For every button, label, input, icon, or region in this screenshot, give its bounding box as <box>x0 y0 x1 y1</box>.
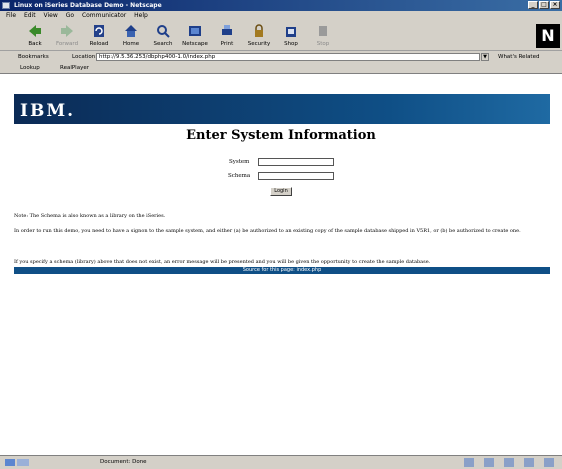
print-button[interactable]: Print <box>212 23 242 49</box>
location-toolbar: Bookmarks Location: http://9.5.36.253/db… <box>0 51 562 63</box>
stop-button[interactable]: Stop <box>308 23 338 49</box>
navigator-icon[interactable] <box>464 458 474 467</box>
system-label: System <box>229 159 250 165</box>
netscape-icon <box>189 26 201 36</box>
menu-go[interactable]: Go <box>66 12 74 19</box>
shop-label: Shop <box>284 41 298 47</box>
window-controls: _ □ × <box>528 1 560 9</box>
lookup-button[interactable]: Lookup <box>20 63 40 74</box>
navigation-toolbar: Back Forward Reload Home Search Netscape… <box>0 21 562 51</box>
url-field[interactable]: http://9.5.36.253/dbphp400-1.0/index.php <box>96 53 480 61</box>
personal-toolbar: Lookup RealPlayer <box>0 63 562 74</box>
menu-edit[interactable]: Edit <box>24 12 36 19</box>
login-button[interactable]: Login <box>270 187 292 196</box>
instructions-paragraph: In order to run this demo, you need to h… <box>14 228 521 234</box>
location-label: Location: <box>72 54 98 60</box>
reload-button[interactable]: Reload <box>84 23 114 49</box>
status-bar: Document: Done <box>0 455 562 469</box>
forward-button[interactable]: Forward <box>52 23 82 49</box>
source-link[interactable]: index.php <box>296 267 321 273</box>
menu-communicator[interactable]: Communicator <box>82 12 126 19</box>
newsgroups-icon[interactable] <box>504 458 514 467</box>
component-bar <box>464 458 554 467</box>
stop-icon <box>319 26 327 36</box>
search-button[interactable]: Search <box>148 23 178 49</box>
security-lock-icon <box>255 24 263 37</box>
source-bar: Source for this page: index.php <box>14 267 550 274</box>
netscape-label: Netscape <box>182 41 208 47</box>
composer-icon[interactable] <box>544 458 554 467</box>
netscape-button[interactable]: Netscape <box>180 23 210 49</box>
minimize-button[interactable]: _ <box>528 1 538 9</box>
ibm-banner: IBM. <box>14 94 550 124</box>
close-button[interactable]: × <box>550 1 560 9</box>
home-label: Home <box>122 41 140 47</box>
menu-bar: File Edit View Go Communicator Help <box>0 11 562 21</box>
realplayer-button[interactable]: RealPlayer <box>60 63 89 74</box>
back-arrow-icon <box>29 25 41 37</box>
bookmarks-button[interactable]: Bookmarks <box>18 51 49 63</box>
home-icon <box>125 25 137 37</box>
security-label: Security <box>247 41 271 47</box>
search-icon <box>157 25 170 38</box>
security-button[interactable]: Security <box>244 23 274 49</box>
url-dropdown-icon[interactable]: ▼ <box>481 53 489 61</box>
back-button[interactable]: Back <box>20 23 50 49</box>
print-icon <box>222 25 232 35</box>
search-label: Search <box>153 41 173 47</box>
menu-help[interactable]: Help <box>134 12 148 19</box>
back-label: Back <box>28 41 42 47</box>
shop-icon <box>286 27 296 37</box>
schema-warning-paragraph: If you specify a schema (library) above … <box>14 259 431 265</box>
source-prefix: Source for this page: <box>242 267 295 273</box>
menu-view[interactable]: View <box>44 12 58 19</box>
home-button[interactable]: Home <box>116 23 146 49</box>
connection-status-icon <box>5 459 29 466</box>
status-text: Document: Done <box>100 459 147 465</box>
schema-label: Schema <box>228 173 251 179</box>
stop-label: Stop <box>316 41 330 47</box>
forward-label: Forward <box>55 41 79 47</box>
schema-input[interactable] <box>258 172 334 180</box>
page-content: IBM. Enter System Information System Sch… <box>0 74 562 455</box>
print-label: Print <box>220 41 234 47</box>
whats-related-button[interactable]: What's Related <box>498 51 539 63</box>
netscape-logo: N <box>536 24 560 48</box>
mail-icon[interactable] <box>484 458 494 467</box>
page-heading: Enter System Information <box>186 128 376 143</box>
reload-icon <box>94 25 104 37</box>
system-input[interactable] <box>258 158 334 166</box>
maximize-button[interactable]: □ <box>539 1 549 9</box>
window-title: Linux on iSeries Database Demo - Netscap… <box>14 2 162 9</box>
address-book-icon[interactable] <box>524 458 534 467</box>
ibm-logo: IBM. <box>20 101 76 121</box>
shop-button[interactable]: Shop <box>276 23 306 49</box>
forward-arrow-icon <box>61 25 73 37</box>
netscape-window-icon <box>2 2 10 9</box>
menu-file[interactable]: File <box>6 12 16 19</box>
schema-note: Note: The Schema is also known as a libr… <box>14 213 166 219</box>
title-bar: Linux on iSeries Database Demo - Netscap… <box>0 0 562 11</box>
reload-label: Reload <box>89 41 109 47</box>
